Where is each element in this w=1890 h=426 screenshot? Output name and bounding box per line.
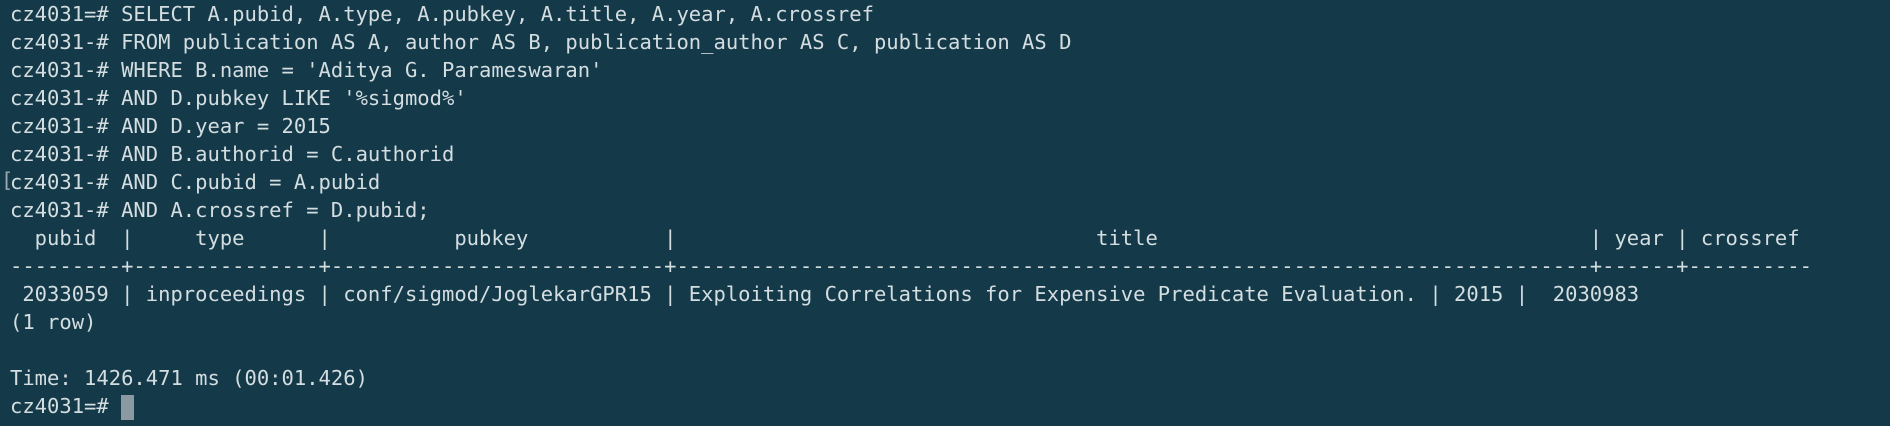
prompt-line[interactable]: cz4031=# bbox=[10, 392, 1890, 420]
sql-line-and-pubkey: cz4031-# AND D.pubkey LIKE '%sigmod%' bbox=[10, 86, 467, 110]
text-cursor bbox=[121, 394, 135, 420]
sql-line-where: cz4031-# WHERE B.name = 'Aditya G. Param… bbox=[10, 58, 603, 82]
result-header-row: pubid | type | pubkey | title | year | c… bbox=[10, 226, 1800, 250]
selection-mark: [ bbox=[1, 168, 14, 192]
sql-line-select: cz4031=# SELECT A.pubid, A.type, A.pubke… bbox=[10, 2, 874, 26]
sql-line-and-authorid: cz4031-# AND B.authorid = C.authorid bbox=[10, 142, 455, 166]
sql-line-from: cz4031-# FROM publication AS A, author A… bbox=[10, 30, 1072, 54]
terminal-window[interactable]: [ cz4031=# SELECT A.pubid, A.type, A.pub… bbox=[0, 0, 1890, 426]
sql-line-and-crossref: cz4031-# AND A.crossref = D.pubid; bbox=[10, 198, 430, 222]
result-data-row: 2033059 | inproceedings | conf/sigmod/Jo… bbox=[10, 282, 1640, 306]
sql-line-and-year: cz4031-# AND D.year = 2015 bbox=[10, 114, 331, 138]
timing-line: Time: 1426.471 ms (00:01.426) bbox=[10, 366, 368, 390]
prompt-text: cz4031=# bbox=[10, 394, 122, 418]
result-separator-row: ---------+---------------+--------------… bbox=[10, 254, 1812, 278]
sql-line-and-pubid: cz4031-# AND C.pubid = A.pubid bbox=[10, 170, 381, 194]
row-count: (1 row) bbox=[10, 310, 97, 334]
